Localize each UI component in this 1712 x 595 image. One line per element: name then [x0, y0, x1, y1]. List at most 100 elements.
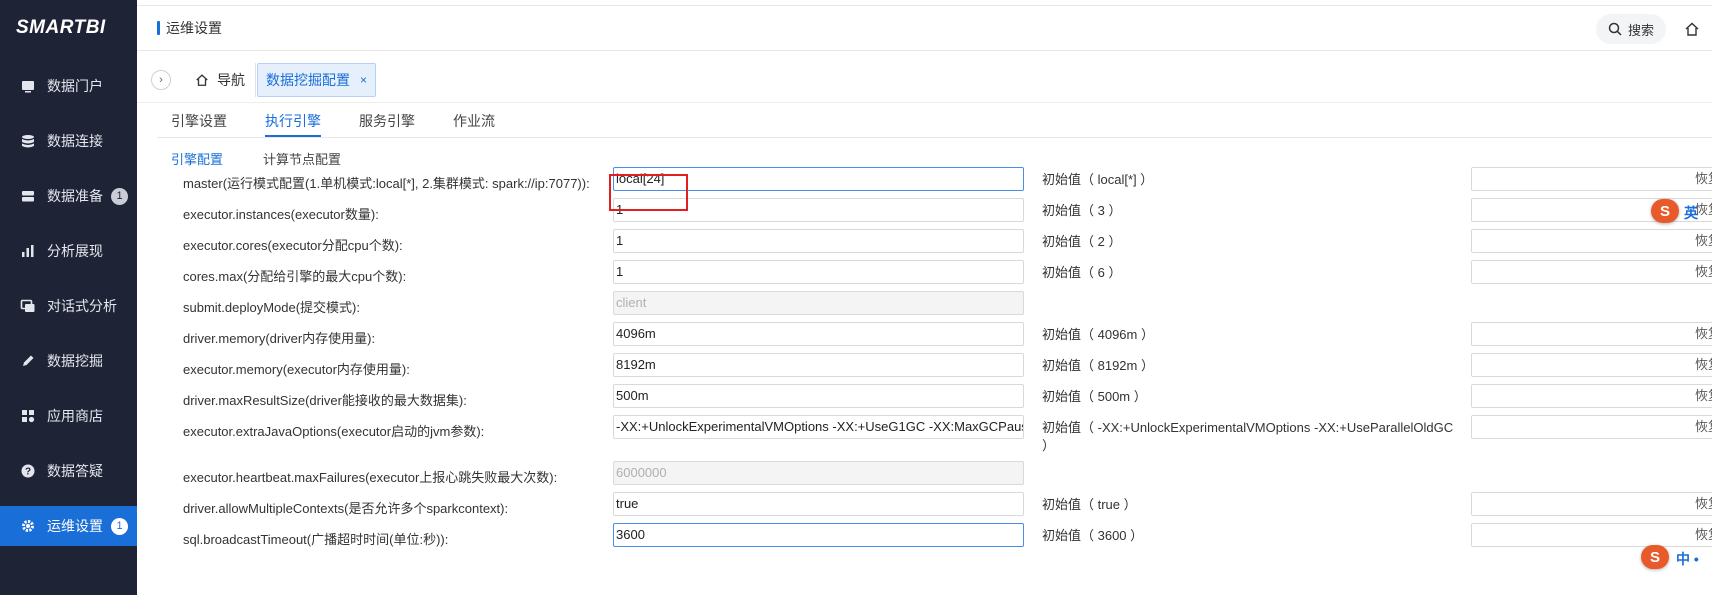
sidebar: SMARTBI 数据门户 数据连接 数据准备 1 分析展现 对话式分析 数据挖掘 应用商店? 数… — [0, 0, 137, 595]
config-label: driver.memory(driver内存使用量): — [183, 331, 376, 346]
config-subtabs: 引擎配置 计算节点配置 — [171, 149, 381, 168]
config-input[interactable]: -XX:+UnlockExperimentalVMOptions -XX:+Us… — [613, 415, 1024, 439]
sidebar-item-2[interactable]: 数据准备 1 — [0, 176, 137, 216]
sidebar-item-badge: 1 — [111, 187, 128, 205]
initial-value: 初始值（ 6 ） — [1042, 265, 1122, 280]
tab-data-mining-config[interactable]: 数据挖掘配置 × — [257, 63, 377, 97]
reset-button[interactable]: 恢复初始值 — [1471, 229, 1712, 253]
config-input[interactable]: 500m — [613, 384, 1024, 408]
sidebar-item-7[interactable]: ? 数据答疑 — [0, 451, 137, 491]
sidebar-item-6[interactable]: 应用商店 — [0, 396, 137, 436]
config-input[interactable]: 1 — [613, 229, 1024, 253]
config-input[interactable]: 1 — [613, 260, 1024, 284]
svg-text:?: ? — [25, 467, 31, 478]
tab-home[interactable]: 导航 — [185, 63, 256, 97]
pen-icon — [20, 353, 36, 369]
subtab-1[interactable]: 计算节点配置 — [263, 149, 341, 168]
portal-icon — [20, 78, 36, 94]
tabs-divider — [157, 137, 1712, 138]
sidebar-item-label: 数据连接 — [47, 133, 103, 149]
search-button[interactable]: 搜索 — [1595, 14, 1666, 44]
config-label: executor.memory(executor内存使用量): — [183, 362, 410, 377]
config-input[interactable]: true — [613, 492, 1024, 516]
reset-button[interactable]: 恢复初始值 — [1471, 260, 1712, 284]
server-icon — [20, 188, 36, 204]
config-label: executor.cores(executor分配cpu个数): — [183, 238, 403, 253]
config-row: executor.cores(executor分配cpu个数): 1 初始值（ 2 … — [137, 229, 1712, 259]
config-label: cores.max(分配给引擎的最大cpu个数): — [183, 269, 407, 284]
config-label: master(运行模式配置(1.单机模式:local[*], 2.集群模式: s… — [183, 176, 590, 191]
config-label: executor.extraJavaOptions(executor启动的jvm… — [183, 424, 485, 439]
config-row: executor.heartbeat.maxFailures(executor上… — [137, 461, 1712, 491]
ime-mode-label[interactable]: 中 • — [1676, 549, 1699, 569]
expand-sidebar-button[interactable]: › — [151, 70, 171, 90]
sidebar-item-3[interactable]: 分析展现 — [0, 231, 137, 271]
sidebar-item-5[interactable]: 数据挖掘 — [0, 341, 137, 381]
sidebar-item-label: 数据挖掘 — [47, 353, 103, 369]
page-title: 运维设置 — [166, 20, 222, 36]
page-tab-strip: › 导航 数据挖掘配置 × — [137, 51, 1712, 103]
initial-value: 初始值（ true ） — [1042, 497, 1137, 512]
sidebar-item-8[interactable]: 运维设置 1 — [0, 506, 137, 546]
config-input[interactable]: 4096m — [613, 322, 1024, 346]
tab-home-label: 导航 — [217, 72, 245, 88]
brand-logo[interactable]: SMARTBI — [0, 0, 137, 55]
sidebar-item-label: 数据准备 — [47, 188, 103, 204]
config-label: sql.broadcastTimeout(广播超时时间(单位:秒)): — [183, 532, 449, 547]
tab-engine-0[interactable]: 引擎设置 — [171, 111, 227, 139]
config-input[interactable]: 8192m — [613, 353, 1024, 377]
sidebar-item-label: 对话式分析 — [47, 298, 117, 314]
reset-button[interactable]: 恢复初始值 — [1471, 353, 1712, 377]
ime-logo-icon[interactable]: S — [1651, 199, 1679, 223]
config-row: driver.allowMultipleContexts(是否允许多个spark… — [137, 492, 1712, 522]
reset-button[interactable]: 恢复初始值 — [1471, 492, 1712, 516]
reset-button[interactable]: 恢复初始值 — [1471, 523, 1712, 547]
sidebar-item-label: 应用商店 — [47, 408, 103, 424]
close-icon[interactable]: × — [360, 73, 367, 87]
sidebar-item-4[interactable]: 对话式分析 — [0, 286, 137, 326]
chevron-right-icon: › — [159, 74, 163, 86]
ime-language-label[interactable]: 英 — [1684, 203, 1698, 223]
ime-logo-icon[interactable]: S — [1641, 545, 1669, 569]
reset-button[interactable]: 恢复初始值 — [1471, 167, 1712, 191]
tab-data-mining-config-label: 数据挖掘配置 — [266, 72, 350, 88]
highlight-box — [609, 174, 688, 211]
main-content: 引擎设置 执行引擎 服务引擎 作业流 引擎配置 计算节点配置 master(运行模式配置… — [137, 103, 1712, 595]
question-icon: ? — [20, 463, 36, 479]
config-row: sql.broadcastTimeout(广播超时时间(单位:秒)): 3600 初… — [137, 523, 1712, 553]
reset-button[interactable]: 恢复初始值 — [1471, 384, 1712, 408]
config-label: executor.instances(executor数量): — [183, 207, 379, 222]
initial-value: 初始值（ 3600 ） — [1042, 528, 1144, 543]
config-row: driver.maxResultSize(driver能接收的最大数据集): 50… — [137, 384, 1712, 414]
tab-engine-2[interactable]: 服务引擎 — [359, 111, 415, 139]
initial-value: 初始值（ local[*] ） — [1042, 172, 1154, 187]
sidebar-item-label: 数据门户 — [47, 78, 103, 94]
bar-chart-icon — [20, 243, 36, 259]
top-bar: 运维设置 搜索 — [137, 5, 1712, 51]
subtab-0[interactable]: 引擎配置 — [171, 149, 223, 168]
sidebar-item-label: 分析展现 — [47, 243, 103, 259]
reset-button[interactable]: 恢复初始值 — [1471, 415, 1712, 439]
tab-engine-1[interactable]: 执行引擎 — [265, 111, 321, 139]
search-icon — [1608, 22, 1622, 36]
sidebar-item-label: 运维设置 — [47, 518, 103, 534]
engine-tabs: 引擎设置 执行引擎 服务引擎 作业流 — [171, 111, 533, 139]
config-row: executor.instances(executor数量): 1 初始值（ 3 ）… — [137, 198, 1712, 228]
sidebar-item-1[interactable]: 数据连接 — [0, 121, 137, 161]
sidebar-item-label: 数据答疑 — [47, 463, 103, 479]
reset-button[interactable]: 恢复初始值 — [1471, 322, 1712, 346]
grid-icon — [20, 408, 36, 424]
initial-value: 初始值（ 8192m ） — [1042, 358, 1154, 373]
home-icon[interactable] — [1684, 21, 1700, 37]
config-row: executor.memory(executor内存使用量): 8192m 初始值（… — [137, 353, 1712, 383]
tab-engine-3[interactable]: 作业流 — [453, 111, 495, 139]
chat-icon — [20, 298, 36, 314]
config-label: driver.maxResultSize(driver能接收的最大数据集): — [183, 393, 467, 408]
initial-value: 初始值（ 4096m ） — [1042, 327, 1154, 342]
config-row: driver.memory(driver内存使用量): 4096m 初始值（ 409… — [137, 322, 1712, 352]
config-row: master(运行模式配置(1.单机模式:local[*], 2.集群模式: s… — [137, 167, 1712, 197]
config-input[interactable]: 3600 — [613, 523, 1024, 547]
sidebar-item-0[interactable]: 数据门户 — [0, 66, 137, 106]
database-icon — [20, 133, 36, 149]
initial-value: 初始值（ 500m ） — [1042, 389, 1147, 404]
